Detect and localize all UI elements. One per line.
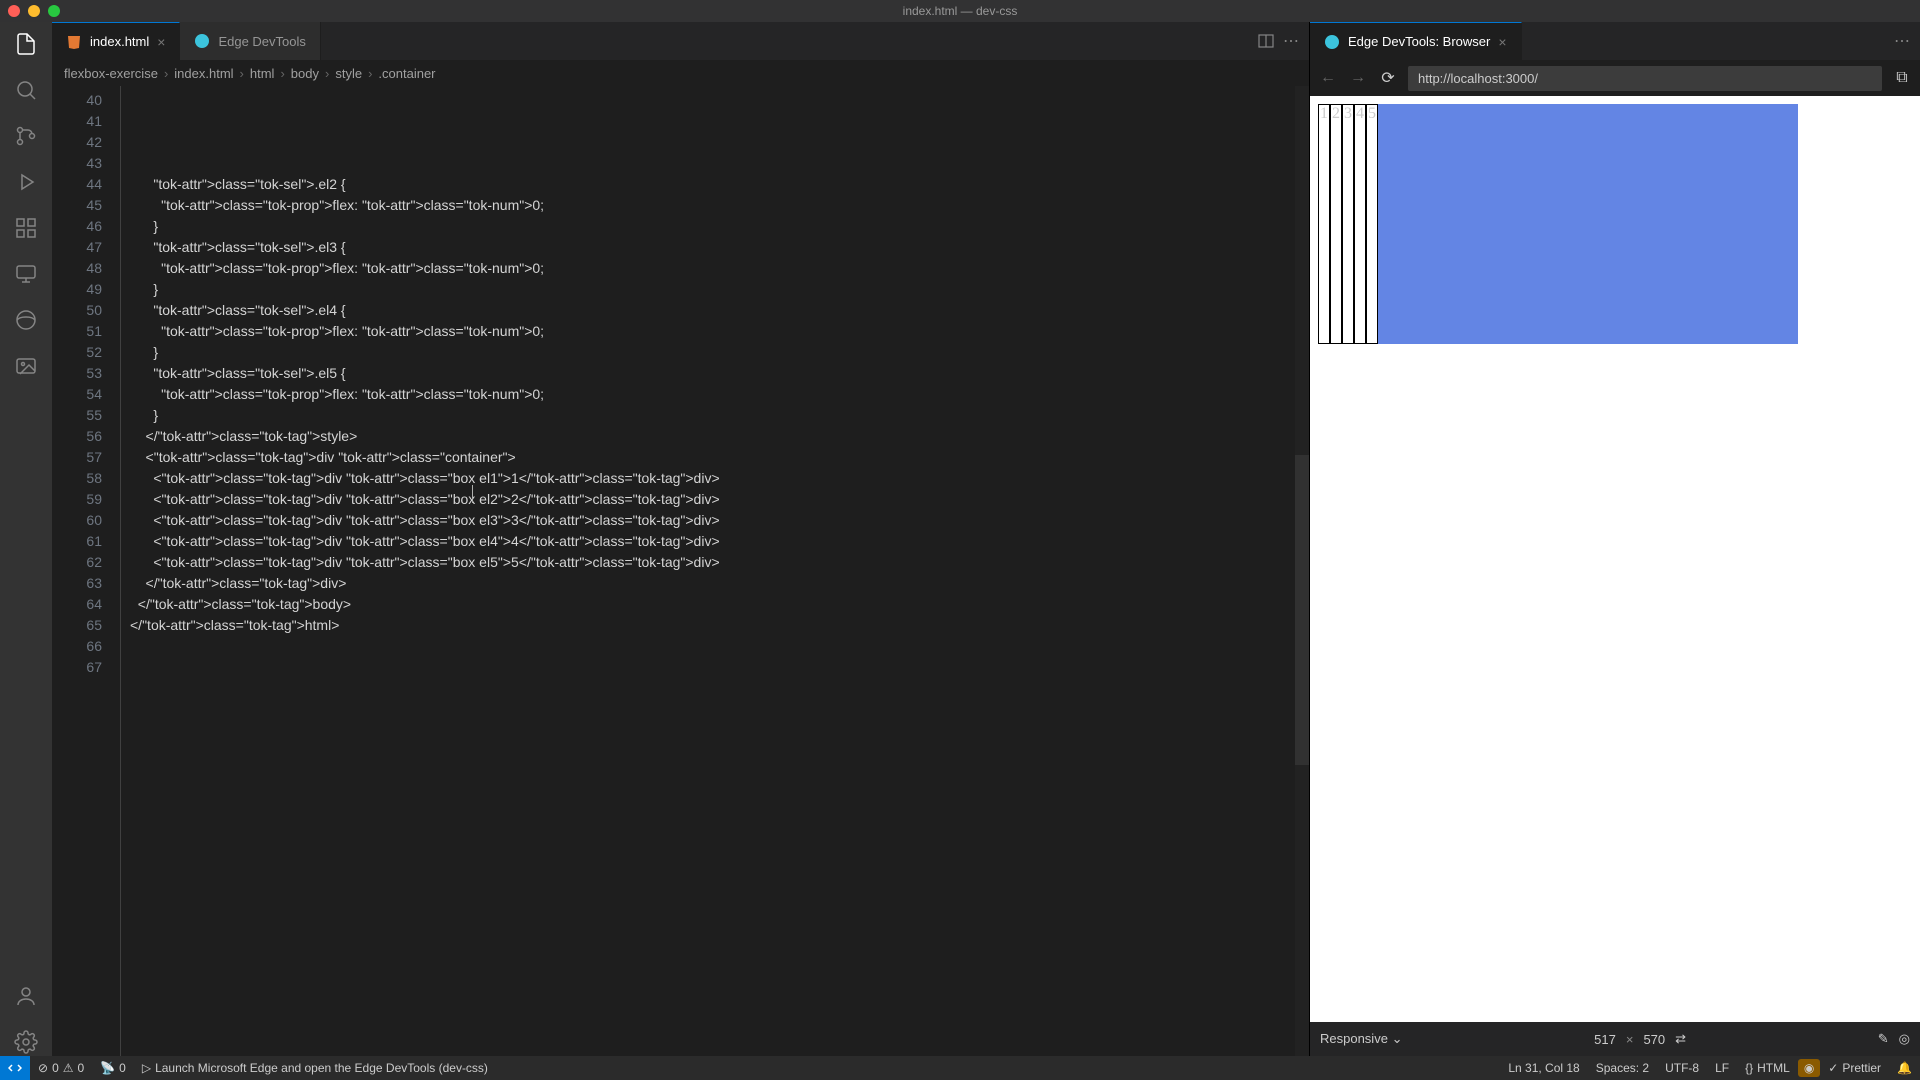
close-window-button[interactable] — [8, 5, 20, 17]
check-icon: ✓ — [1828, 1061, 1838, 1075]
encoding-indicator[interactable]: UTF-8 — [1657, 1059, 1707, 1077]
image-icon[interactable] — [12, 352, 40, 380]
browser-toolbar: ← → ⟳ ⧉ — [1310, 60, 1920, 96]
cursor-position[interactable]: Ln 31, Col 18 — [1500, 1059, 1587, 1077]
flex-container: 1 2 3 4 5 — [1318, 104, 1798, 344]
fullscreen-window-button[interactable] — [48, 5, 60, 17]
flex-box: 4 — [1354, 104, 1366, 344]
preview-tabs: Edge DevTools: Browser × ⋯ — [1310, 22, 1920, 60]
preview-column: Edge DevTools: Browser × ⋯ ← → ⟳ ⧉ 1 2 3… — [1310, 22, 1920, 1056]
run-debug-icon[interactable] — [12, 168, 40, 196]
breadcrumb[interactable]: flexbox-exercise› index.html› html› body… — [52, 60, 1309, 86]
eol-indicator[interactable]: LF — [1707, 1059, 1737, 1077]
ports-indicator[interactable]: 📡0 — [92, 1061, 134, 1075]
tab-label: Edge DevTools: Browser — [1348, 34, 1490, 49]
go-live-button[interactable]: ◉ — [1798, 1059, 1820, 1077]
play-icon: ▷ — [142, 1061, 151, 1075]
code-area[interactable]: "tok-attr">class="tok-sel">.el2 { "tok-a… — [112, 86, 1309, 1056]
device-toolbar: Responsive ⌄ 517 × 570 ⇄ ✎ ◎ — [1310, 1022, 1920, 1056]
flex-box: 3 — [1342, 104, 1354, 344]
main-area: index.html × Edge DevTools ⋯ flexbox-exe… — [0, 22, 1920, 1056]
tab-label: index.html — [90, 34, 149, 49]
flex-box: 1 — [1318, 104, 1330, 344]
editor-tabs: index.html × Edge DevTools ⋯ — [52, 22, 1309, 60]
url-input[interactable] — [1408, 66, 1882, 91]
titlebar: index.html — dev-css — [0, 0, 1920, 22]
dimension-separator: × — [1626, 1032, 1634, 1047]
editor-column: index.html × Edge DevTools ⋯ flexbox-exe… — [52, 22, 1310, 1056]
html-file-icon — [66, 34, 82, 50]
flex-box: 5 — [1366, 104, 1378, 344]
notifications-icon[interactable]: 🔔 — [1889, 1059, 1920, 1077]
preview-viewport[interactable]: 1 2 3 4 5 — [1310, 96, 1920, 1022]
braces-icon: {} — [1745, 1061, 1753, 1075]
edge-tools-icon[interactable] — [12, 306, 40, 334]
breadcrumb-item[interactable]: .container — [378, 66, 435, 81]
extensions-icon[interactable] — [12, 214, 40, 242]
inspect-icon[interactable]: ⧉ — [1892, 69, 1912, 87]
traffic-lights — [8, 5, 60, 17]
indent-indicator[interactable]: Spaces: 2 — [1588, 1059, 1657, 1077]
viewport-width[interactable]: 517 — [1594, 1032, 1616, 1047]
edge-icon — [1324, 34, 1340, 50]
back-icon[interactable]: ← — [1318, 69, 1338, 87]
source-control-icon[interactable] — [12, 122, 40, 150]
tab-edge-devtools[interactable]: Edge DevTools — [180, 22, 320, 60]
breadcrumb-item[interactable]: index.html — [174, 66, 233, 81]
warning-icon: ⚠ — [63, 1061, 74, 1075]
problems-indicator[interactable]: ⊘0 ⚠0 — [30, 1061, 92, 1075]
launch-edge-button[interactable]: ▷Launch Microsoft Edge and open the Edge… — [134, 1061, 496, 1075]
close-icon[interactable]: × — [157, 34, 165, 50]
minimize-window-button[interactable] — [28, 5, 40, 17]
editor-body[interactable]: 4041424344454647484950515253545556575859… — [52, 86, 1309, 1056]
broadcast-icon: 📡 — [100, 1061, 115, 1075]
settings-gear-icon[interactable] — [12, 1028, 40, 1056]
language-mode[interactable]: {} HTML — [1737, 1059, 1798, 1077]
chevron-down-icon: ⌄ — [1392, 1031, 1403, 1046]
reload-icon[interactable]: ⟳ — [1378, 68, 1398, 88]
breadcrumb-item[interactable]: body — [291, 66, 319, 81]
tab-label: Edge DevTools — [218, 34, 305, 49]
activity-bar — [0, 22, 52, 1056]
status-bar: ⊘0 ⚠0 📡0 ▷Launch Microsoft Edge and open… — [0, 1056, 1920, 1080]
breadcrumb-item[interactable]: flexbox-exercise — [64, 66, 158, 81]
viewport-height[interactable]: 570 — [1643, 1032, 1665, 1047]
close-icon[interactable]: × — [1498, 34, 1506, 50]
split-editor-icon[interactable] — [1257, 32, 1275, 50]
rotate-icon[interactable]: ⇄ — [1675, 1031, 1686, 1047]
line-gutter: 4041424344454647484950515253545556575859… — [52, 86, 112, 1056]
remote-indicator[interactable] — [0, 1056, 30, 1080]
cursor — [472, 485, 473, 503]
tool-icon[interactable]: ◎ — [1899, 1031, 1910, 1047]
window-title: index.html — dev-css — [903, 4, 1018, 18]
more-actions-icon[interactable]: ⋯ — [1283, 31, 1299, 51]
error-icon: ⊘ — [38, 1061, 48, 1075]
tab-edge-browser[interactable]: Edge DevTools: Browser × — [1310, 22, 1522, 60]
account-icon[interactable] — [12, 982, 40, 1010]
edge-icon — [194, 33, 210, 49]
breadcrumb-item[interactable]: style — [335, 66, 362, 81]
device-selector[interactable]: Responsive ⌄ — [1320, 1031, 1402, 1047]
forward-icon[interactable]: → — [1348, 69, 1368, 87]
remote-explorer-icon[interactable] — [12, 260, 40, 288]
breadcrumb-item[interactable]: html — [250, 66, 275, 81]
tab-index-html[interactable]: index.html × — [52, 22, 180, 60]
flex-box: 2 — [1330, 104, 1342, 344]
explorer-icon[interactable] — [12, 30, 40, 58]
more-actions-icon[interactable]: ⋯ — [1894, 31, 1910, 51]
prettier-indicator[interactable]: ✓ Prettier — [1820, 1059, 1889, 1077]
search-icon[interactable] — [12, 76, 40, 104]
tool-icon[interactable]: ✎ — [1878, 1031, 1889, 1047]
minimap[interactable] — [1295, 86, 1309, 1056]
